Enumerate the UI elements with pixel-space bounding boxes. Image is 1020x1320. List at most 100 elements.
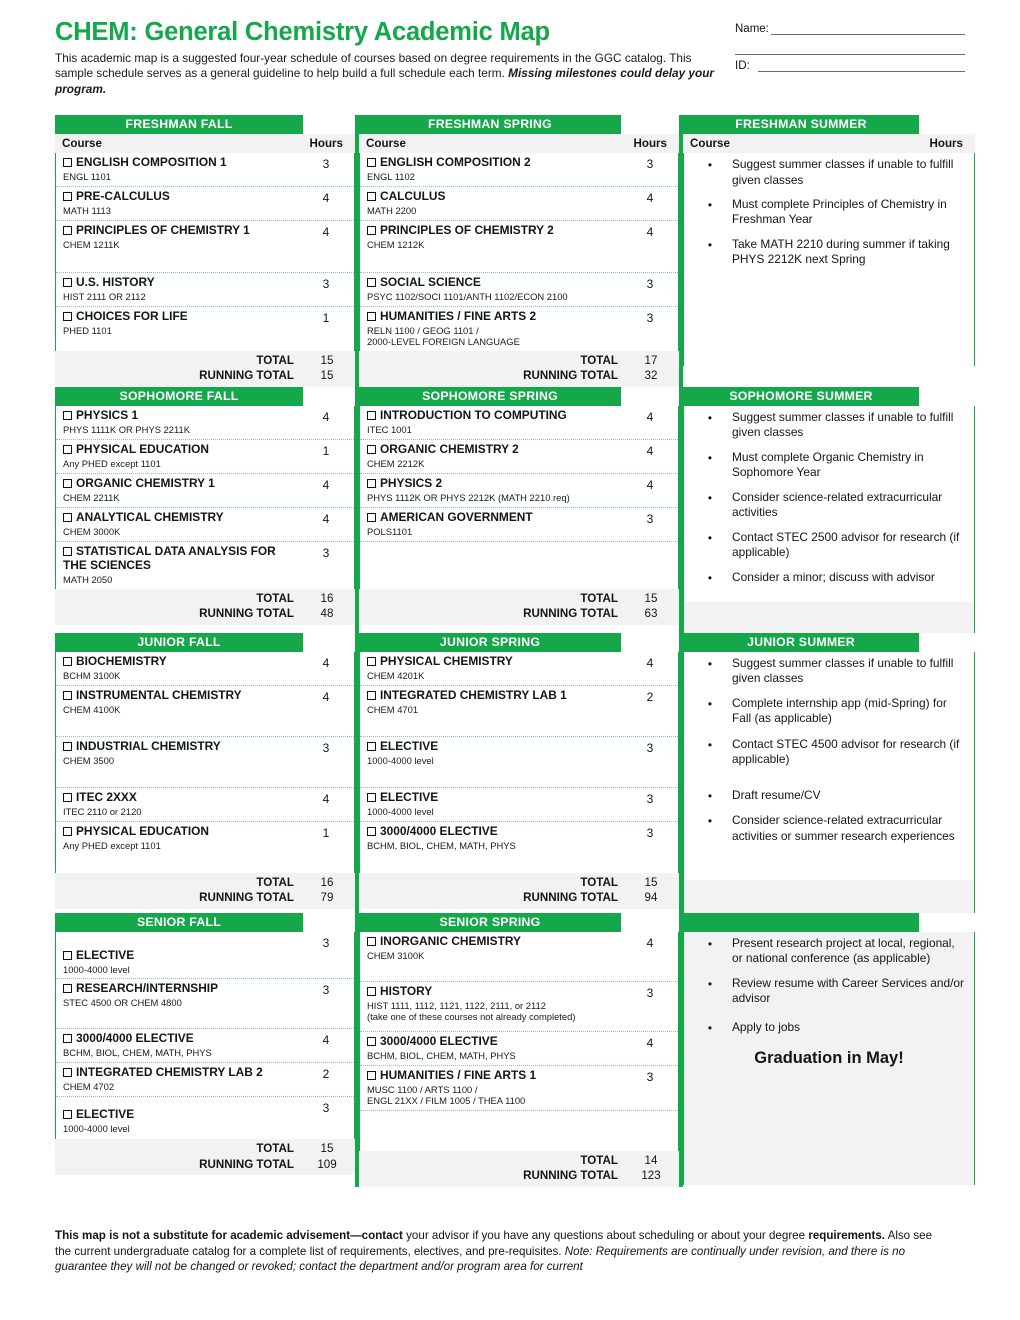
- checkbox-icon[interactable]: [367, 1036, 376, 1046]
- list-item: • Suggest summer classes if unable to ful…: [688, 656, 964, 687]
- table-row: SOCIAL SCIENCE PSYC 1102/SOCI 1101/ANTH 1…: [360, 273, 678, 308]
- table-row: INTRODUCTION TO COMPUTING ITEC 1001 4: [360, 406, 678, 440]
- course-hours: 2: [646, 689, 654, 704]
- checkbox-icon[interactable]: [63, 984, 72, 994]
- table-row: INDUSTRIAL CHEMISTRY CHEM 3500 3: [56, 737, 354, 788]
- checkbox-icon[interactable]: [367, 478, 376, 488]
- table-row: STATISTICAL DATA ANALYSIS FOR THE SCIENC…: [56, 542, 354, 589]
- checkbox-icon[interactable]: [367, 278, 376, 288]
- course-code: 1000-4000 level: [367, 754, 434, 766]
- term-column-freshman-spring: FRESHMAN SPRING Course Hours ENGLISH COM…: [359, 115, 679, 387]
- checkbox-icon[interactable]: [63, 444, 72, 454]
- checkbox-icon[interactable]: [63, 1068, 72, 1078]
- bullet-icon: •: [707, 410, 713, 425]
- checkbox-icon[interactable]: [367, 986, 376, 996]
- checkbox-icon[interactable]: [63, 158, 72, 168]
- course-title: 3000/4000 ELECTIVE: [380, 1033, 498, 1048]
- list-item: • Suggest summer classes if unable to ful…: [688, 410, 964, 441]
- course-code: POLS1101: [367, 525, 413, 537]
- term-header: SOPHOMORE SPRING: [359, 386, 679, 406]
- checkbox-icon[interactable]: [367, 312, 376, 322]
- checkbox-icon[interactable]: [63, 656, 72, 666]
- checkbox-icon[interactable]: [367, 792, 376, 802]
- checkbox-icon[interactable]: [63, 312, 72, 322]
- checkbox-icon[interactable]: [63, 478, 72, 488]
- checkbox-icon[interactable]: [63, 410, 72, 420]
- checkbox-icon[interactable]: [63, 512, 72, 522]
- checkbox-icon[interactable]: [367, 690, 376, 700]
- checkbox-icon[interactable]: [367, 410, 376, 420]
- checkbox-icon[interactable]: [367, 444, 376, 454]
- table-row: HUMANITIES / FINE ARTS 2 RELN 1100 / GEOG…: [360, 307, 678, 351]
- total-label: TOTAL: [580, 875, 618, 889]
- table-row: ORGANIC CHEMISTRY 2 CHEM 2212K 4: [360, 440, 678, 474]
- checkbox-icon[interactable]: [63, 741, 72, 751]
- course-title: 3000/4000 ELECTIVE: [380, 823, 498, 838]
- checkbox-icon[interactable]: [63, 826, 72, 836]
- checkbox-icon[interactable]: [367, 936, 376, 946]
- course-code: CHEM 4702: [63, 1081, 115, 1093]
- running-total-label: RUNNING TOTAL: [199, 891, 294, 905]
- course-hours: 4: [646, 655, 654, 670]
- checkbox-icon[interactable]: [367, 158, 376, 168]
- checkbox-icon[interactable]: [63, 1034, 72, 1044]
- checkbox-icon[interactable]: [63, 546, 72, 556]
- course-code: HIST 2111 OR 2112: [63, 290, 146, 302]
- checkbox-icon[interactable]: [367, 1070, 376, 1080]
- year-row-sophomore: SOPHOMORE FALL PHYSICS 1 PHYS 1111K OR PH…: [55, 386, 975, 633]
- milestone-text: Contact STEC 4500 advisor for research (…: [732, 736, 960, 767]
- milestone-text: Present research project at local, regio…: [732, 935, 955, 966]
- checkbox-icon[interactable]: [367, 512, 376, 522]
- table-row: ITEC 2XXX ITEC 2110 or 2120 4: [56, 788, 354, 822]
- checkbox-icon[interactable]: [367, 741, 376, 751]
- year-row-junior: JUNIOR FALL BIOCHEMISTRY BCHM 3100K 4 INST…: [55, 632, 975, 913]
- checkbox-icon[interactable]: [367, 226, 376, 236]
- name-input-line[interactable]: [770, 22, 965, 35]
- total-label: TOTAL: [256, 591, 294, 605]
- checkbox-icon[interactable]: [63, 950, 72, 960]
- course-title: ORGANIC CHEMISTRY 2: [380, 441, 519, 456]
- milestone-text: Must complete Principles of Chemistry in…: [732, 196, 947, 227]
- extra-input-line[interactable]: [735, 42, 965, 55]
- checkbox-icon[interactable]: [63, 192, 72, 202]
- list-item: • Contact STEC 2500 advisor for research …: [688, 530, 964, 561]
- table-row: PRINCIPLES OF CHEMISTRY 2 CHEM 1212K 4: [360, 221, 678, 274]
- course-title: PHYSICS 1: [76, 407, 139, 422]
- table-row: ELECTIVE 1000-4000 level 3: [360, 737, 678, 788]
- running-total-label: RUNNING TOTAL: [199, 1157, 294, 1171]
- checkbox-icon[interactable]: [63, 690, 72, 700]
- total-value: 15: [644, 875, 658, 889]
- list-item: • Consider science-related extracurricula…: [688, 813, 964, 844]
- footer-disclaimer: This map is not a substitute for academi…: [55, 1228, 945, 1275]
- checkbox-icon[interactable]: [367, 826, 376, 836]
- course-code: CHEM 2212K: [367, 457, 425, 469]
- course-code: MUSC 1100 / ARTS 1100 / ENGL 21XX / FILM…: [367, 1083, 526, 1107]
- table-row: PRE-CALCULUS MATH 1113 4: [56, 187, 354, 222]
- total-value: 17: [644, 354, 658, 368]
- checkbox-icon[interactable]: [63, 226, 72, 236]
- course-title: PHYSICAL EDUCATION: [76, 441, 210, 456]
- table-row: CALCULUS MATH 2200 4: [360, 187, 678, 222]
- course-hours: 4: [646, 225, 654, 240]
- checkbox-icon[interactable]: [367, 656, 376, 666]
- checkbox-icon[interactable]: [63, 792, 72, 802]
- course-hours: 3: [322, 157, 330, 172]
- checkbox-icon[interactable]: [367, 192, 376, 202]
- course-code: BCHM, BIOL, CHEM, MATH, PHYS: [63, 1047, 212, 1059]
- list-item: • Apply to jobs: [688, 1020, 964, 1036]
- total-value: 15: [320, 1142, 334, 1156]
- id-input-line[interactable]: [757, 59, 965, 72]
- checkbox-icon[interactable]: [63, 278, 72, 288]
- milestone-list: • Present research project at local, regi…: [683, 931, 975, 1185]
- course-code: ITEC 1001: [367, 423, 412, 435]
- milestone-text: Complete internship app (mid-Spring) for…: [732, 695, 947, 726]
- running-total-label: RUNNING TOTAL: [523, 1169, 618, 1183]
- checkbox-icon[interactable]: [63, 1110, 72, 1120]
- course-code: BCHM, BIOL, CHEM, MATH, PHYS: [367, 1049, 516, 1061]
- bullet-icon: •: [707, 788, 713, 803]
- table-row: ENGLISH COMPOSITION 2 ENGL 1102 3: [360, 153, 678, 188]
- course-hours: 1: [322, 443, 330, 458]
- course-code: RELN 1100 / GEOG 1101 / 2000-LEVEL FOREI…: [367, 324, 520, 348]
- course-hours: 2: [322, 1067, 330, 1082]
- table-row: BIOCHEMISTRY BCHM 3100K 4: [56, 652, 354, 686]
